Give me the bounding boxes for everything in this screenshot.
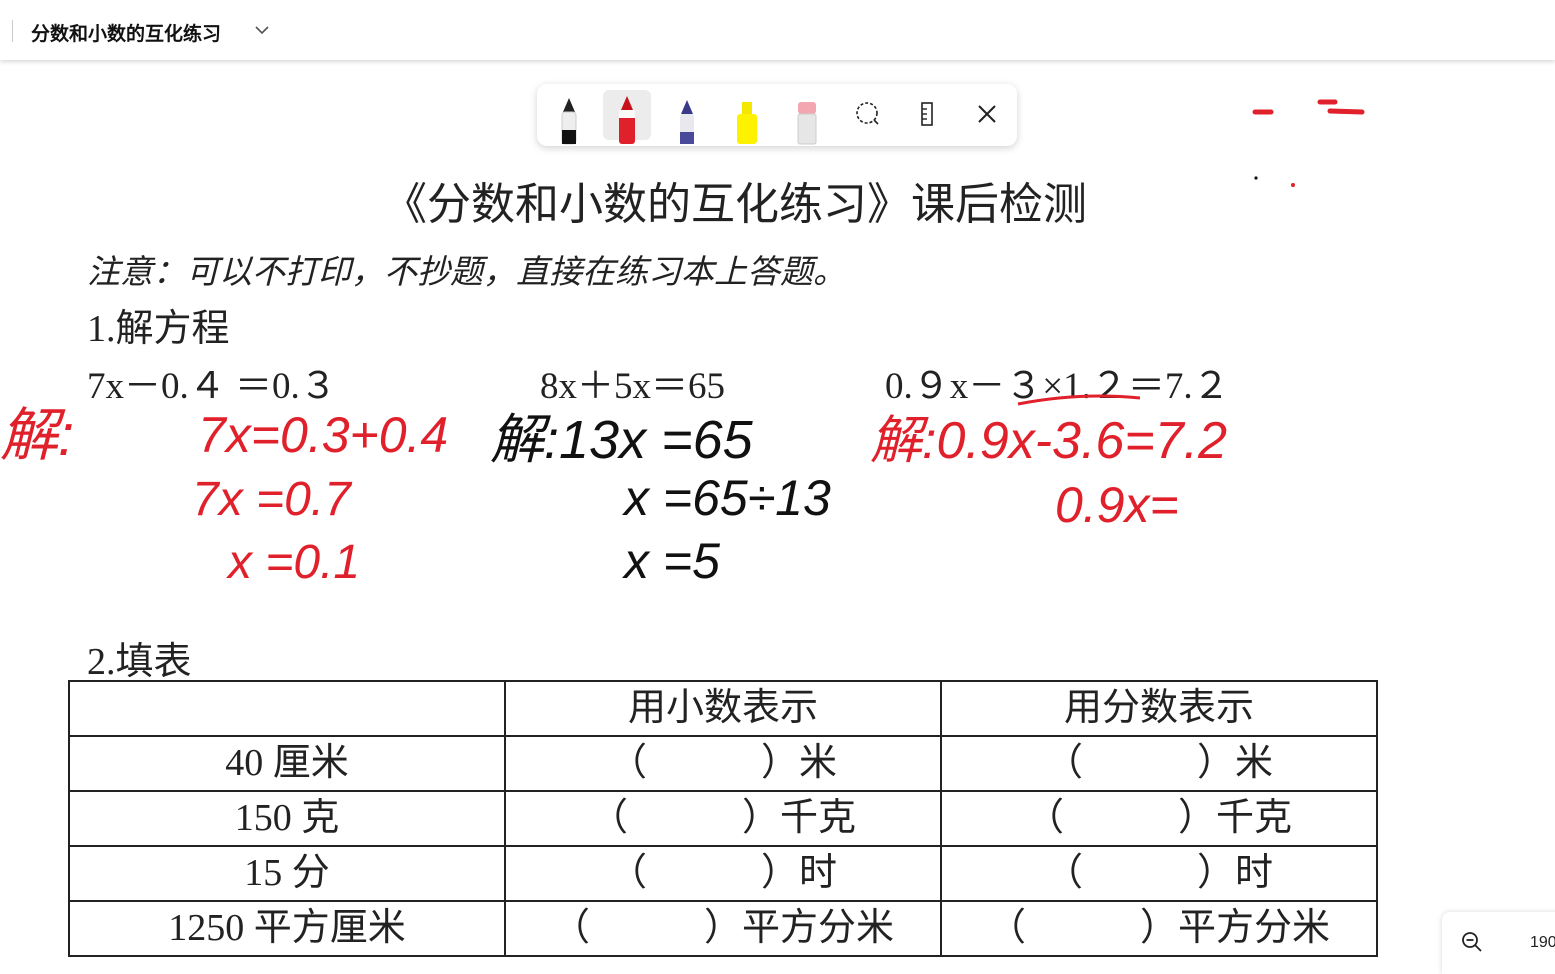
table-cell: （ ）千克 — [940, 790, 1378, 847]
highlighter-tool[interactable] — [723, 84, 771, 146]
table-row: 150 克 （ ）千克 （ ）千克 — [68, 790, 1378, 847]
chevron-down-icon[interactable] — [252, 20, 272, 40]
hw-right-line-1: 解:0.9x-3.6=7.2 — [870, 412, 1227, 470]
table-header-cell: 用分数表示 — [940, 680, 1378, 737]
hw-left-label: 解: — [0, 403, 74, 468]
hw-left-line-2: 7x =0.7 — [192, 473, 353, 526]
conversion-table: 用小数表示 用分数表示 40 厘米 （ ）米 （ ）米 150 克 （ ）千克 … — [68, 680, 1378, 957]
table-row: 15 分 （ ）时 （ ）时 — [68, 845, 1378, 902]
hw-mid-line-2: x =65÷13 — [622, 470, 831, 526]
galaxy-pen-tool[interactable] — [663, 84, 711, 146]
table-cell: （ ）千克 — [504, 790, 942, 847]
zoom-out-icon[interactable] — [1460, 930, 1484, 954]
black-pen-icon — [561, 98, 577, 145]
equation-1: 7x－0.４ ＝0.３ — [87, 366, 337, 407]
equation-2: 8x＋5x＝65 — [540, 366, 725, 407]
hw-right-line-2: 0.9x= — [1055, 477, 1179, 533]
hw-mid-line-1: 解:13x =65 — [490, 410, 754, 470]
eraser-icon — [797, 102, 817, 145]
table-header-cell: 用小数表示 — [504, 680, 942, 737]
zoom-control: 190 — [1442, 912, 1555, 974]
highlighter-icon — [737, 102, 757, 144]
red-pen-tool[interactable] — [603, 90, 651, 144]
table-cell: （ ）米 — [940, 735, 1378, 792]
table-cell: （ ）米 — [504, 735, 942, 792]
worksheet-title: 《分数和小数的互化练习》课后检测 — [383, 180, 1087, 229]
table-cell: （ ）时 — [940, 845, 1378, 902]
hw-dash-stroke — [1317, 99, 1365, 115]
table-cell: （ ）时 — [504, 845, 942, 902]
hw-left-line-1: 7x=0.3+0.4 — [198, 407, 448, 463]
eraser-tool[interactable] — [783, 84, 831, 146]
table-row: 40 厘米 （ ）米 （ ）米 — [68, 735, 1378, 792]
document-title[interactable]: 分数和小数的互化练习 — [31, 19, 221, 46]
galaxy-pen-icon — [680, 100, 694, 144]
title-bar: 分数和小数的互化练习 — [0, 0, 1555, 60]
zoom-level: 190 — [1530, 934, 1555, 951]
table-cell: （ ）平方分米 — [504, 900, 942, 957]
table-row: 1250 平方厘米 （ ）平方分米 （ ）平方分米 — [68, 900, 1378, 957]
instruction-note: 注意：可以不打印，不抄题，直接在练习本上答题。 — [87, 255, 846, 291]
lasso-icon — [856, 102, 879, 125]
question-1-label: 1.解方程 — [87, 308, 230, 350]
hw-mid-line-3: x =5 — [622, 533, 720, 589]
black-pen-tool[interactable] — [545, 84, 593, 146]
equation-3: 0.９x－３×1.２＝7.２ — [885, 366, 1230, 407]
table-cell: 150 克 — [68, 790, 506, 847]
ink-toolbar — [537, 84, 1017, 146]
table-cell: 15 分 — [68, 845, 506, 902]
table-cell: （ ）平方分米 — [940, 900, 1378, 957]
ruler-icon — [921, 102, 933, 126]
question-2-label: 2.填表 — [87, 641, 192, 683]
ruler-tool[interactable] — [903, 84, 951, 146]
table-header-row: 用小数表示 用分数表示 — [68, 680, 1378, 737]
lasso-select-tool[interactable] — [843, 84, 891, 146]
close-icon — [978, 105, 996, 123]
divider — [12, 20, 13, 42]
red-pen-icon — [619, 96, 635, 144]
hw-left-line-3: x =0.1 — [226, 536, 360, 589]
table-cell: 1250 平方厘米 — [68, 900, 506, 957]
table-header-cell — [68, 680, 506, 737]
close-toolbar-button[interactable] — [963, 84, 1011, 146]
table-cell: 40 厘米 — [68, 735, 506, 792]
